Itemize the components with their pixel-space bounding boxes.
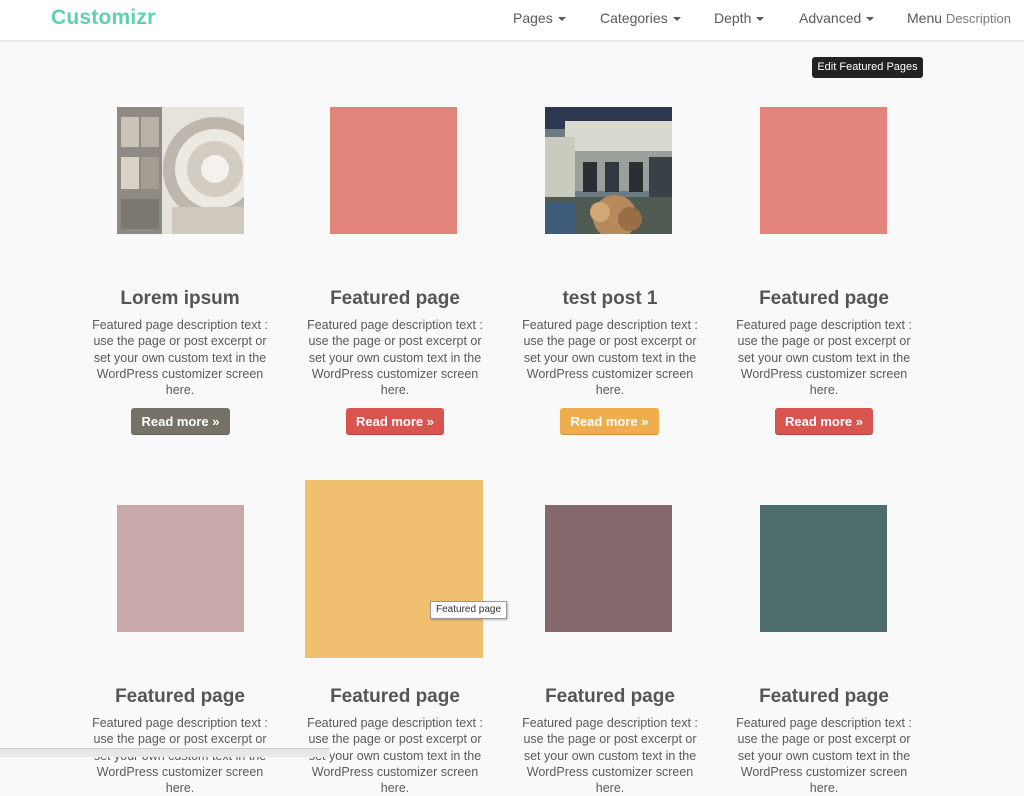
nav-label: Advanced — [799, 10, 862, 26]
card-thumbnail[interactable] — [545, 505, 672, 632]
nav-item-categories[interactable]: Categories — [600, 10, 681, 26]
nav-item-depth[interactable]: Depth — [714, 10, 765, 26]
card-title[interactable]: Featured page — [724, 686, 924, 708]
card-title[interactable]: Featured page — [80, 686, 280, 708]
card-thumbnail[interactable] — [330, 107, 457, 234]
caret-down-icon — [672, 17, 681, 22]
card-description: Featured page description text : use the… — [736, 318, 912, 398]
edit-featured-pages-button[interactable]: Edit Featured Pages — [812, 57, 923, 78]
card-description: Featured page description text : use the… — [92, 318, 268, 398]
card-thumbnail[interactable] — [760, 107, 887, 234]
caret-down-icon — [557, 17, 566, 22]
nav-label: Pages — [513, 10, 553, 26]
read-more-button[interactable]: Read more » — [346, 408, 444, 435]
card-title[interactable]: Lorem ipsum — [80, 288, 280, 310]
nav-label: Depth — [714, 10, 752, 26]
card-title[interactable]: test post 1 — [510, 288, 710, 310]
caret-down-icon — [866, 17, 875, 22]
nav-item-advanced[interactable]: Advanced — [799, 10, 875, 26]
card-thumbnail[interactable] — [117, 107, 244, 234]
laundry-image — [117, 107, 244, 234]
nav-label: Menu — [907, 10, 943, 26]
site-header: Customizr Pages Categories Depth Advance… — [0, 0, 1024, 41]
card-description: Featured page description text : use the… — [307, 318, 483, 398]
read-more-button[interactable]: Read more » — [775, 408, 873, 435]
hover-tooltip: Featured page — [430, 601, 508, 619]
card-thumbnail[interactable] — [760, 505, 887, 632]
site-logo[interactable]: Customizr — [51, 6, 155, 30]
card-thumbnail[interactable] — [545, 107, 672, 234]
nav-label: Categories — [600, 10, 668, 26]
card-thumbnail[interactable] — [117, 505, 244, 632]
nav-item-menu[interactable]: Menu Description — [907, 10, 1011, 26]
card-description: Featured page description text : use the… — [522, 318, 698, 398]
card-title[interactable]: Featured page — [295, 686, 495, 708]
nav-item-pages[interactable]: Pages — [513, 10, 566, 26]
caret-down-icon — [756, 17, 765, 22]
card-thumbnail[interactable] — [305, 480, 483, 658]
card-title[interactable]: Featured page — [295, 288, 495, 310]
card-title[interactable]: Featured page — [510, 686, 710, 708]
read-more-button[interactable]: Read more » — [131, 408, 230, 435]
building-photo — [545, 107, 672, 234]
nav-description: Description — [945, 11, 1011, 26]
read-more-button[interactable]: Read more » — [560, 408, 659, 435]
card-title[interactable]: Featured page — [724, 288, 924, 310]
